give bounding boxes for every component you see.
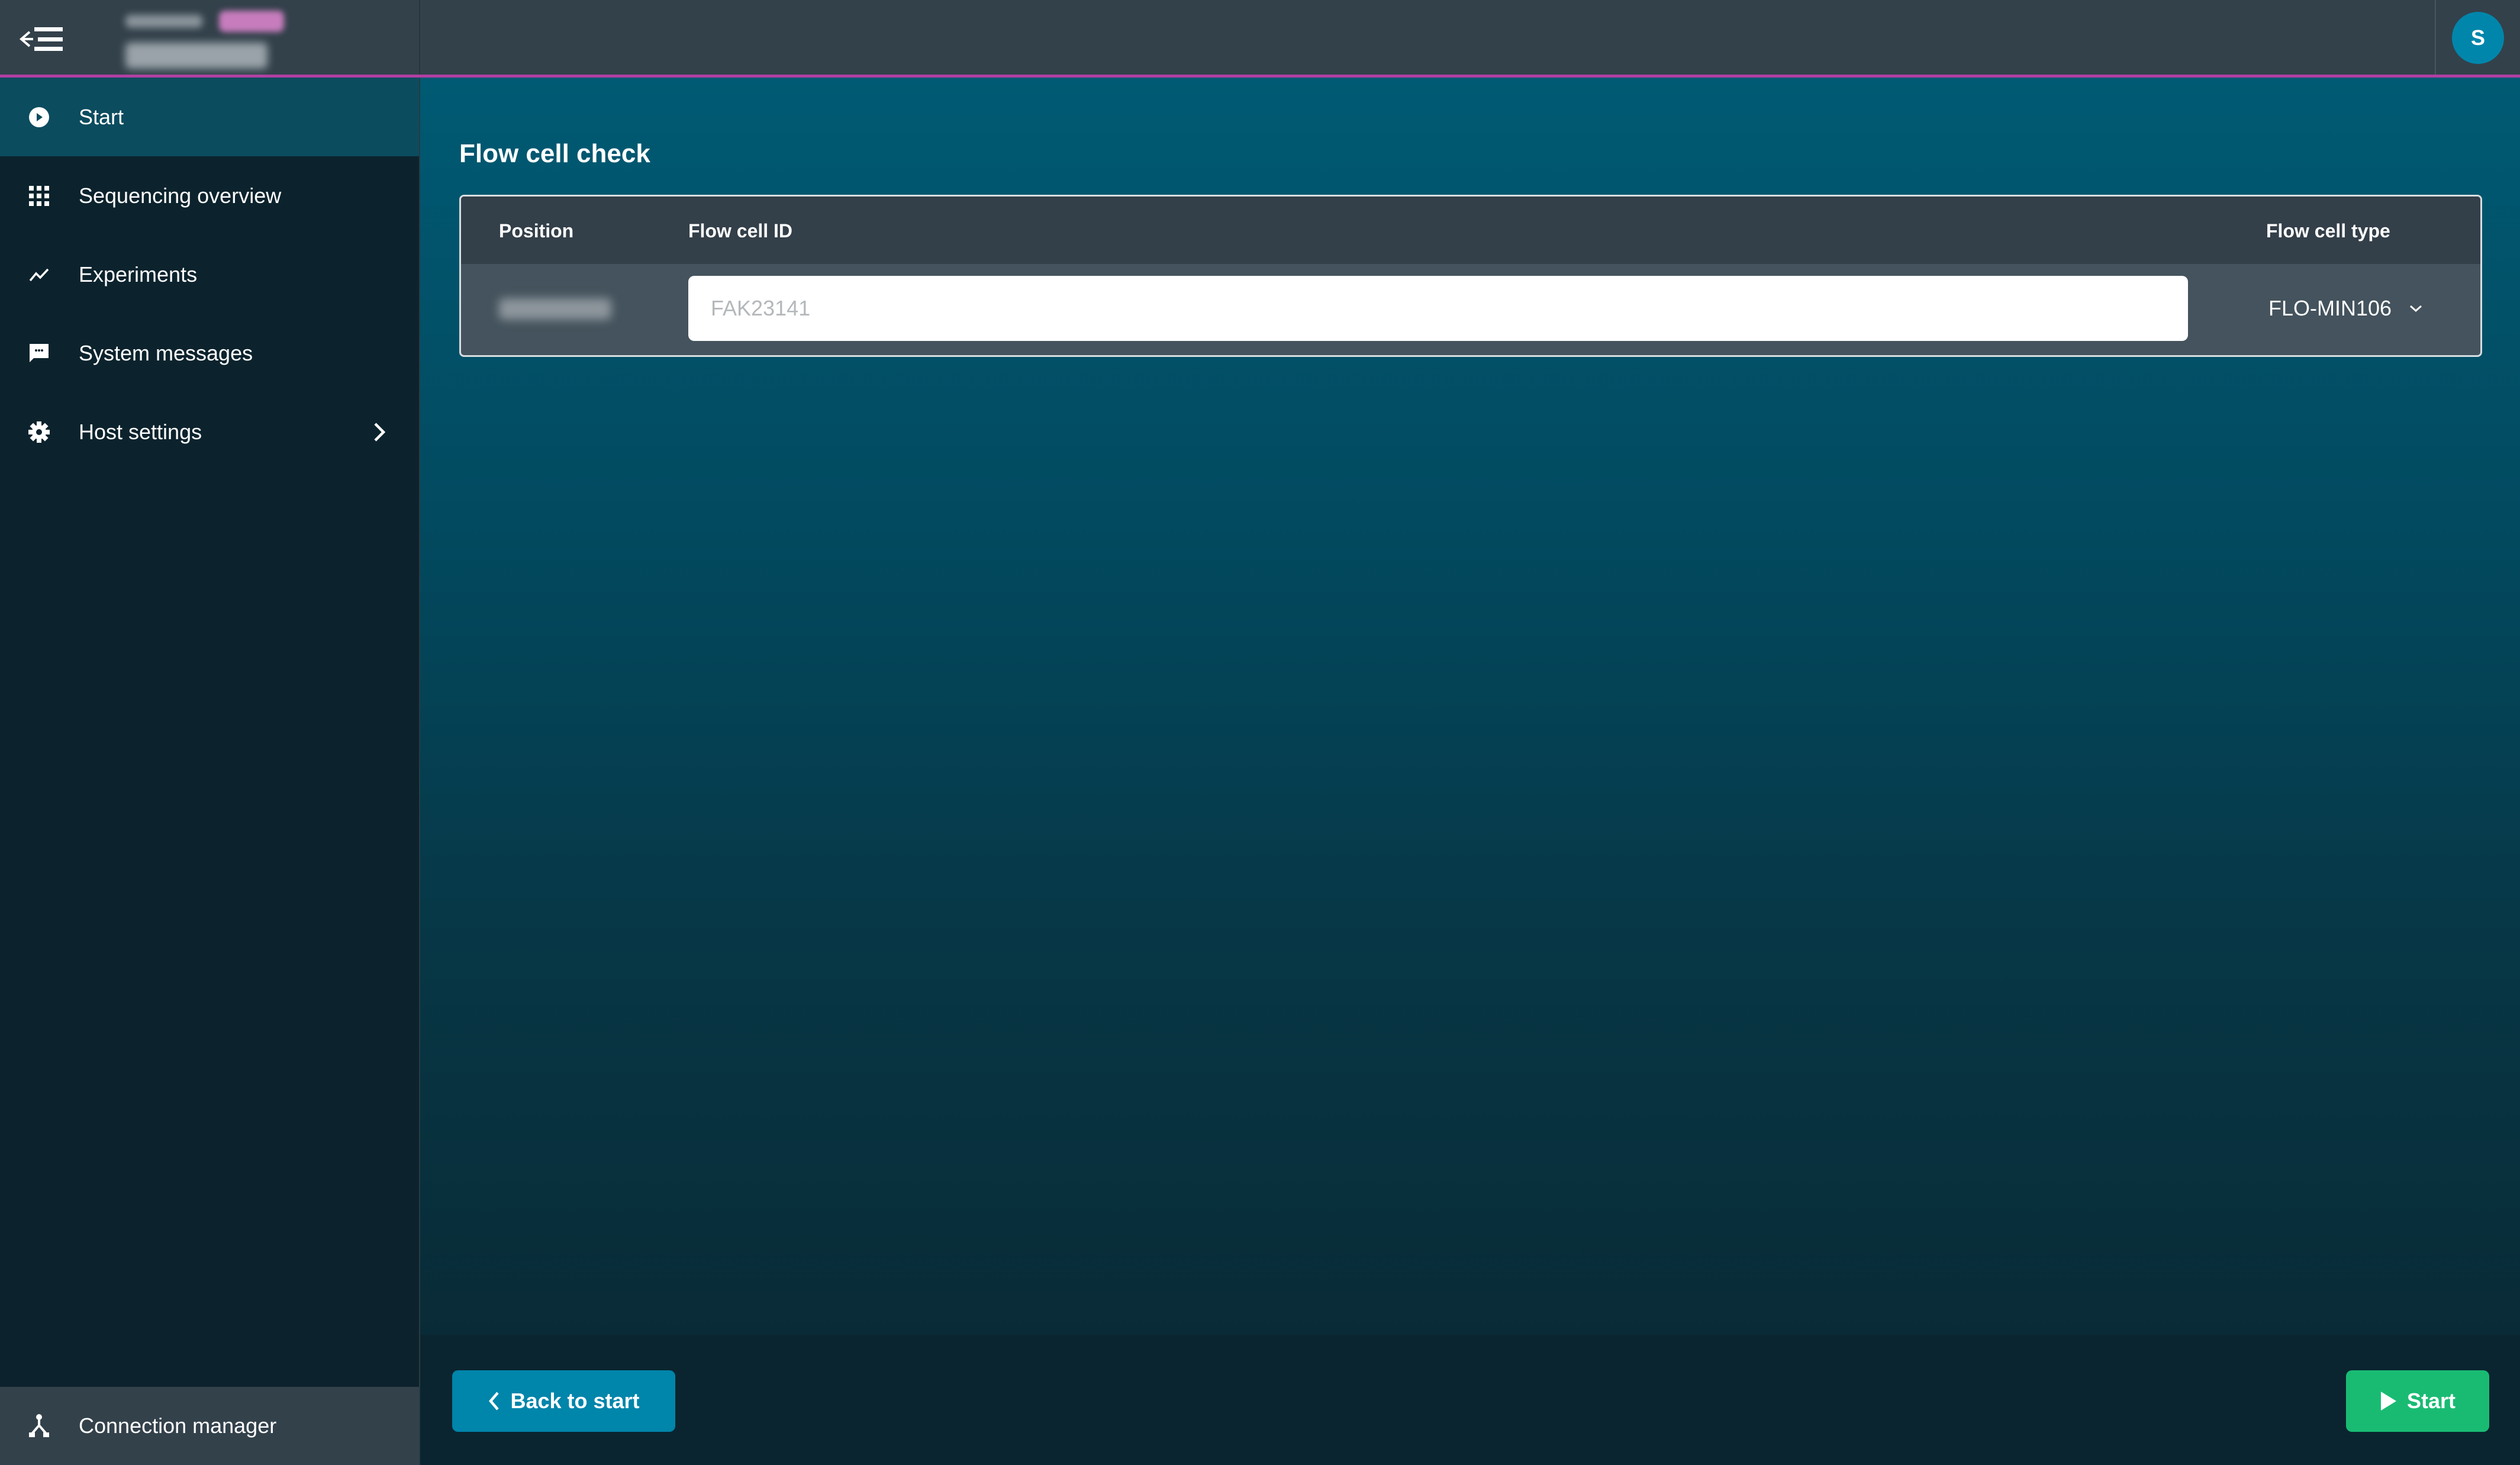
main-content: Flow cell check Position Flow cell ID Fl… — [420, 78, 2520, 1335]
sidebar-item-start[interactable]: Start — [0, 78, 419, 156]
flow-cell-type-value: FLO-MIN106 — [2268, 296, 2392, 320]
chevron-right-icon — [368, 420, 389, 444]
sidebar-item-label: Sequencing overview — [79, 183, 282, 208]
trend-line-icon — [27, 263, 51, 286]
device-info — [125, 11, 285, 69]
column-header-position: Position — [499, 220, 574, 242]
action-bar: Back to start Start — [420, 1335, 2520, 1465]
header-divider-right — [2435, 0, 2436, 75]
sidebar-item-sequencing-overview[interactable]: Sequencing overview — [0, 156, 419, 235]
column-header-flow-cell-id: Flow cell ID — [688, 220, 793, 242]
start-button[interactable]: Start — [2346, 1370, 2489, 1432]
sidebar-item-label: Host settings — [79, 419, 202, 444]
back-to-start-label: Back to start — [510, 1389, 640, 1413]
sidebar-item-label: Start — [79, 104, 124, 129]
device-name-redacted — [125, 43, 268, 69]
grid-icon — [27, 184, 51, 208]
collapse-menu-icon — [19, 27, 63, 51]
table-row: FLO-MIN106 — [461, 264, 2480, 355]
collapse-menu-button[interactable] — [17, 21, 66, 57]
connection-icon — [27, 1414, 51, 1438]
column-header-flow-cell-type: Flow cell type — [2266, 220, 2390, 242]
sidebar-item-connection-manager[interactable]: Connection manager — [0, 1387, 419, 1465]
play-circle-icon — [27, 105, 51, 129]
header-divider — [419, 0, 420, 75]
chevron-left-icon — [489, 1392, 500, 1411]
user-avatar[interactable]: S — [2452, 12, 2504, 64]
flow-cell-table: Position Flow cell ID Flow cell type FLO… — [459, 195, 2482, 357]
device-status-badge-redacted — [219, 11, 285, 32]
top-header: S — [0, 0, 2520, 78]
gear-icon — [27, 420, 51, 444]
flow-cell-type-select[interactable]: FLO-MIN106 — [2268, 294, 2424, 323]
sidebar-item-label: Connection manager — [79, 1414, 277, 1438]
back-to-start-button[interactable]: Back to start — [452, 1370, 675, 1432]
chevron-down-icon — [2410, 305, 2422, 313]
flow-cell-id-input[interactable] — [688, 276, 2188, 341]
sidebar: Start Sequencing overview Experiments Sy… — [0, 78, 420, 1465]
sidebar-item-label: Experiments — [79, 262, 198, 286]
chat-bubble-icon — [27, 342, 51, 365]
sidebar-item-host-settings[interactable]: Host settings — [0, 392, 419, 471]
table-header: Position Flow cell ID Flow cell type — [461, 197, 2480, 264]
device-label-redacted — [125, 15, 202, 28]
sidebar-item-system-messages[interactable]: System messages — [0, 314, 419, 392]
play-icon — [2380, 1392, 2396, 1411]
position-value-redacted — [499, 298, 611, 320]
sidebar-item-label: System messages — [79, 340, 253, 365]
page-title: Flow cell check — [459, 139, 650, 168]
start-label: Start — [2406, 1389, 2456, 1413]
sidebar-item-experiments[interactable]: Experiments — [0, 235, 419, 314]
